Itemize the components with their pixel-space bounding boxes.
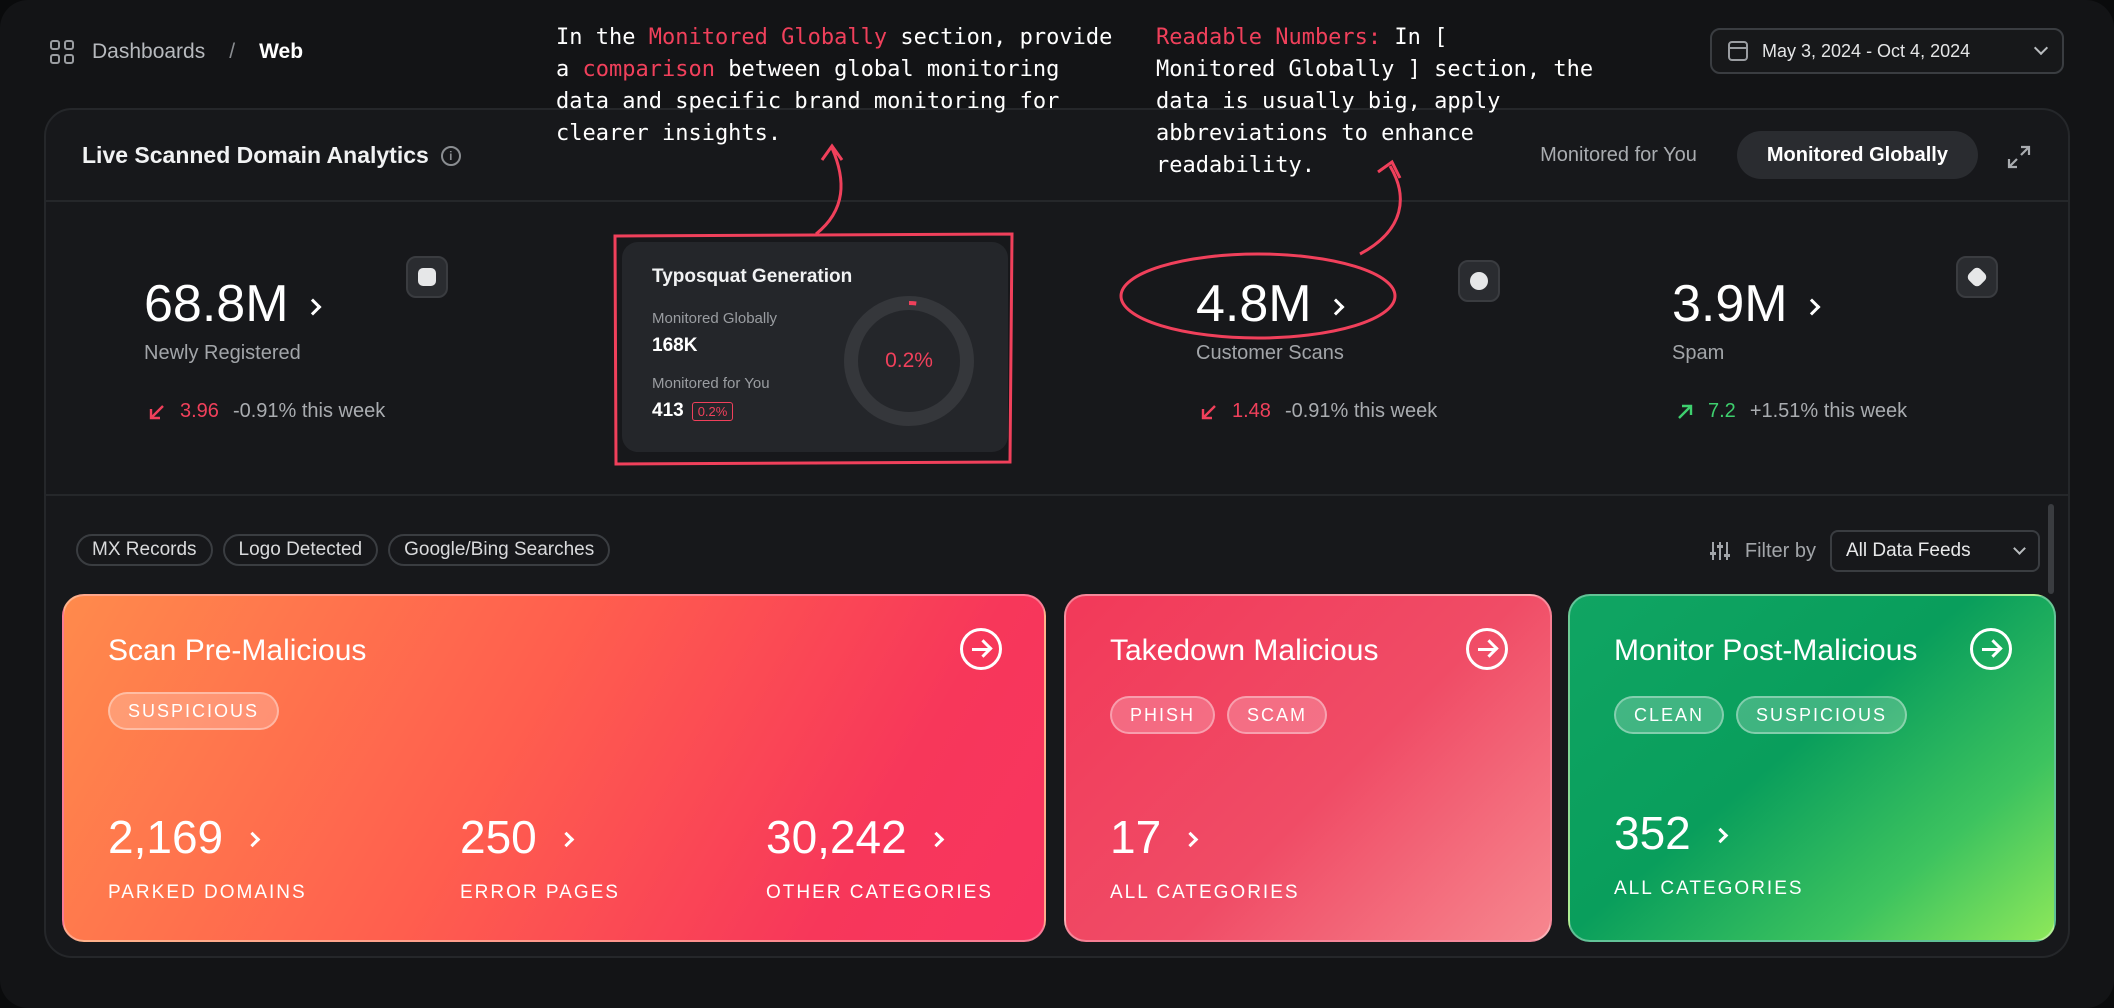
annotation-readable-numbers-note: Readable Numbers: In [ Monitored Globall…: [1156, 25, 1594, 178]
annotation-arrow: [815, 143, 844, 236]
highlight-ellipse: [1119, 252, 1397, 340]
annotation-markup: [613, 143, 1402, 466]
annotation-comparison-note: In the Monitored Globally section, provi…: [556, 25, 1113, 146]
highlight-box: [613, 232, 1014, 466]
app-frame: Dashboards / Web May 3, 2024 - Oct 4, 20…: [0, 0, 2114, 1008]
